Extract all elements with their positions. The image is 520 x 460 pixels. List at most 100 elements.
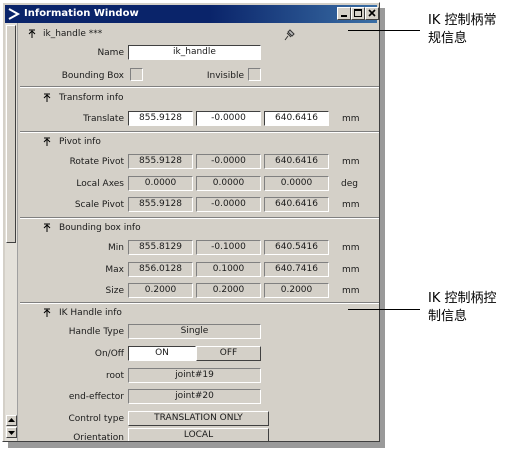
collapse-arrow-icon[interactable] bbox=[42, 221, 52, 233]
scale-pivot-z: 640.6416 bbox=[264, 197, 329, 212]
collapse-arrow-icon[interactable] bbox=[42, 306, 52, 318]
annotation-general-line1: IK 控制柄常 bbox=[428, 13, 497, 28]
callout-line-ik bbox=[348, 309, 420, 310]
bbox-max-label: Max bbox=[105, 265, 124, 275]
title-bar[interactable]: Information Window bbox=[5, 5, 379, 23]
scroll-down-button[interactable] bbox=[6, 427, 17, 438]
local-axes-x: 0.0000 bbox=[128, 176, 193, 191]
row-edge bbox=[379, 197, 380, 210]
minimize-icon bbox=[341, 15, 347, 17]
off-button[interactable]: OFF bbox=[196, 346, 261, 361]
pivot-header[interactable]: Pivot info bbox=[20, 135, 379, 149]
close-icon bbox=[368, 9, 376, 17]
information-window: Information Window ik_handle *** Name ik… bbox=[2, 2, 380, 442]
onoff-label: On/Off bbox=[94, 349, 124, 359]
collapse-arrow-icon[interactable] bbox=[42, 135, 52, 147]
control-type-button[interactable]: TRANSLATION ONLY bbox=[128, 411, 269, 426]
collapse-arrow-icon[interactable] bbox=[42, 91, 52, 103]
bbox-title: Bounding box info bbox=[59, 223, 141, 233]
callout-line-general bbox=[348, 30, 420, 31]
bbox-min-y: -0.1000 bbox=[196, 240, 261, 255]
translate-z-field[interactable]: 640.6416 bbox=[264, 111, 329, 126]
row-edge bbox=[379, 240, 380, 253]
root-label: root bbox=[105, 371, 124, 381]
translate-unit: mm bbox=[342, 114, 360, 124]
separator bbox=[20, 86, 379, 88]
orientation-button[interactable]: LOCAL bbox=[128, 428, 269, 441]
annotation-ik-line2: 制信息 bbox=[428, 309, 468, 324]
close-button[interactable] bbox=[365, 7, 379, 20]
minimize-button[interactable] bbox=[337, 7, 351, 20]
general-header[interactable]: ik_handle *** bbox=[20, 27, 379, 41]
bbox-min-z: 640.5416 bbox=[264, 240, 329, 255]
rotate-pivot-x: 855.9128 bbox=[128, 154, 193, 169]
row-edge bbox=[379, 176, 380, 189]
bbox-size-x: 0.2000 bbox=[128, 283, 193, 298]
bbox-max-z: 640.7416 bbox=[264, 262, 329, 277]
invisible-label: Invisible bbox=[206, 71, 244, 81]
on-button[interactable]: ON bbox=[128, 346, 196, 361]
scroll-up-button[interactable] bbox=[6, 415, 17, 426]
annotation-general-line2: 规信息 bbox=[428, 31, 468, 46]
general-title: ik_handle *** bbox=[43, 29, 103, 39]
bbox-max-unit: mm bbox=[342, 265, 360, 275]
scale-pivot-unit: mm bbox=[342, 200, 360, 210]
ik-title: IK Handle info bbox=[59, 308, 122, 318]
maximize-button[interactable] bbox=[351, 7, 365, 20]
bbox-min-label: Min bbox=[108, 243, 124, 253]
pivot-title: Pivot info bbox=[59, 137, 101, 147]
bounding-box-checkbox[interactable] bbox=[130, 68, 143, 81]
orientation-label: Orientation bbox=[73, 433, 124, 442]
row-edge bbox=[379, 283, 380, 296]
separator bbox=[20, 131, 379, 133]
scale-pivot-x: 855.9128 bbox=[128, 197, 193, 212]
bbox-size-y: 0.2000 bbox=[196, 283, 261, 298]
bbox-min-x: 855.8129 bbox=[128, 240, 193, 255]
rotate-pivot-y: -0.0000 bbox=[196, 154, 261, 169]
separator bbox=[20, 217, 379, 219]
local-axes-label: Local Axes bbox=[76, 179, 124, 189]
rotate-pivot-z: 640.6416 bbox=[264, 154, 329, 169]
scroll-down-icon bbox=[8, 431, 15, 435]
local-axes-z: 0.0000 bbox=[264, 176, 329, 191]
end-effector-label: end-effector bbox=[68, 392, 124, 402]
bounding-box-label: Bounding Box bbox=[61, 71, 124, 81]
annotation-ik-line1: IK 控制柄控 bbox=[428, 291, 497, 306]
handle-type-label: Handle Type bbox=[68, 327, 124, 337]
transform-title: Transform info bbox=[59, 93, 124, 103]
invisible-checkbox[interactable] bbox=[248, 68, 261, 81]
transform-header[interactable]: Transform info bbox=[20, 91, 379, 105]
row-edge bbox=[379, 154, 380, 167]
local-axes-y: 0.0000 bbox=[196, 176, 261, 191]
pin-icon[interactable] bbox=[282, 28, 296, 41]
name-field[interactable]: ik_handle bbox=[128, 45, 261, 60]
translate-x-field[interactable]: 855.9128 bbox=[128, 111, 193, 126]
rotate-pivot-unit: mm bbox=[342, 157, 360, 167]
row-edge bbox=[379, 262, 380, 275]
control-type-label: Control type bbox=[68, 414, 125, 424]
end-effector-value: joint#20 bbox=[128, 389, 261, 404]
bbox-header[interactable]: Bounding box info bbox=[20, 221, 379, 235]
bbox-max-y: 0.1000 bbox=[196, 262, 261, 277]
bbox-size-unit: mm bbox=[342, 286, 360, 296]
maximize-icon bbox=[354, 9, 362, 17]
window-title: Information Window bbox=[24, 8, 139, 19]
bbox-max-x: 856.0128 bbox=[128, 262, 193, 277]
translate-y-field[interactable]: -0.0000 bbox=[196, 111, 261, 126]
name-label: Name bbox=[97, 48, 124, 58]
root-value: joint#19 bbox=[128, 368, 261, 383]
bbox-size-label: Size bbox=[105, 286, 124, 296]
bbox-min-unit: mm bbox=[342, 243, 360, 253]
scale-pivot-label: Scale Pivot bbox=[74, 200, 124, 210]
rotate-pivot-label: Rotate Pivot bbox=[69, 157, 124, 167]
collapse-arrow-icon[interactable] bbox=[27, 27, 37, 39]
translate-label: Translate bbox=[83, 114, 124, 124]
scrollbar-thumb[interactable] bbox=[6, 25, 16, 243]
separator bbox=[20, 302, 379, 304]
local-axes-unit: deg bbox=[341, 179, 358, 189]
scroll-up-icon bbox=[8, 418, 15, 422]
vertical-scrollbar[interactable] bbox=[5, 23, 18, 441]
info-content: ik_handle *** Name ik_handle Bounding Bo… bbox=[20, 23, 380, 442]
ik-header[interactable]: IK Handle info bbox=[20, 306, 379, 320]
handle-type-value: Single bbox=[128, 324, 261, 339]
